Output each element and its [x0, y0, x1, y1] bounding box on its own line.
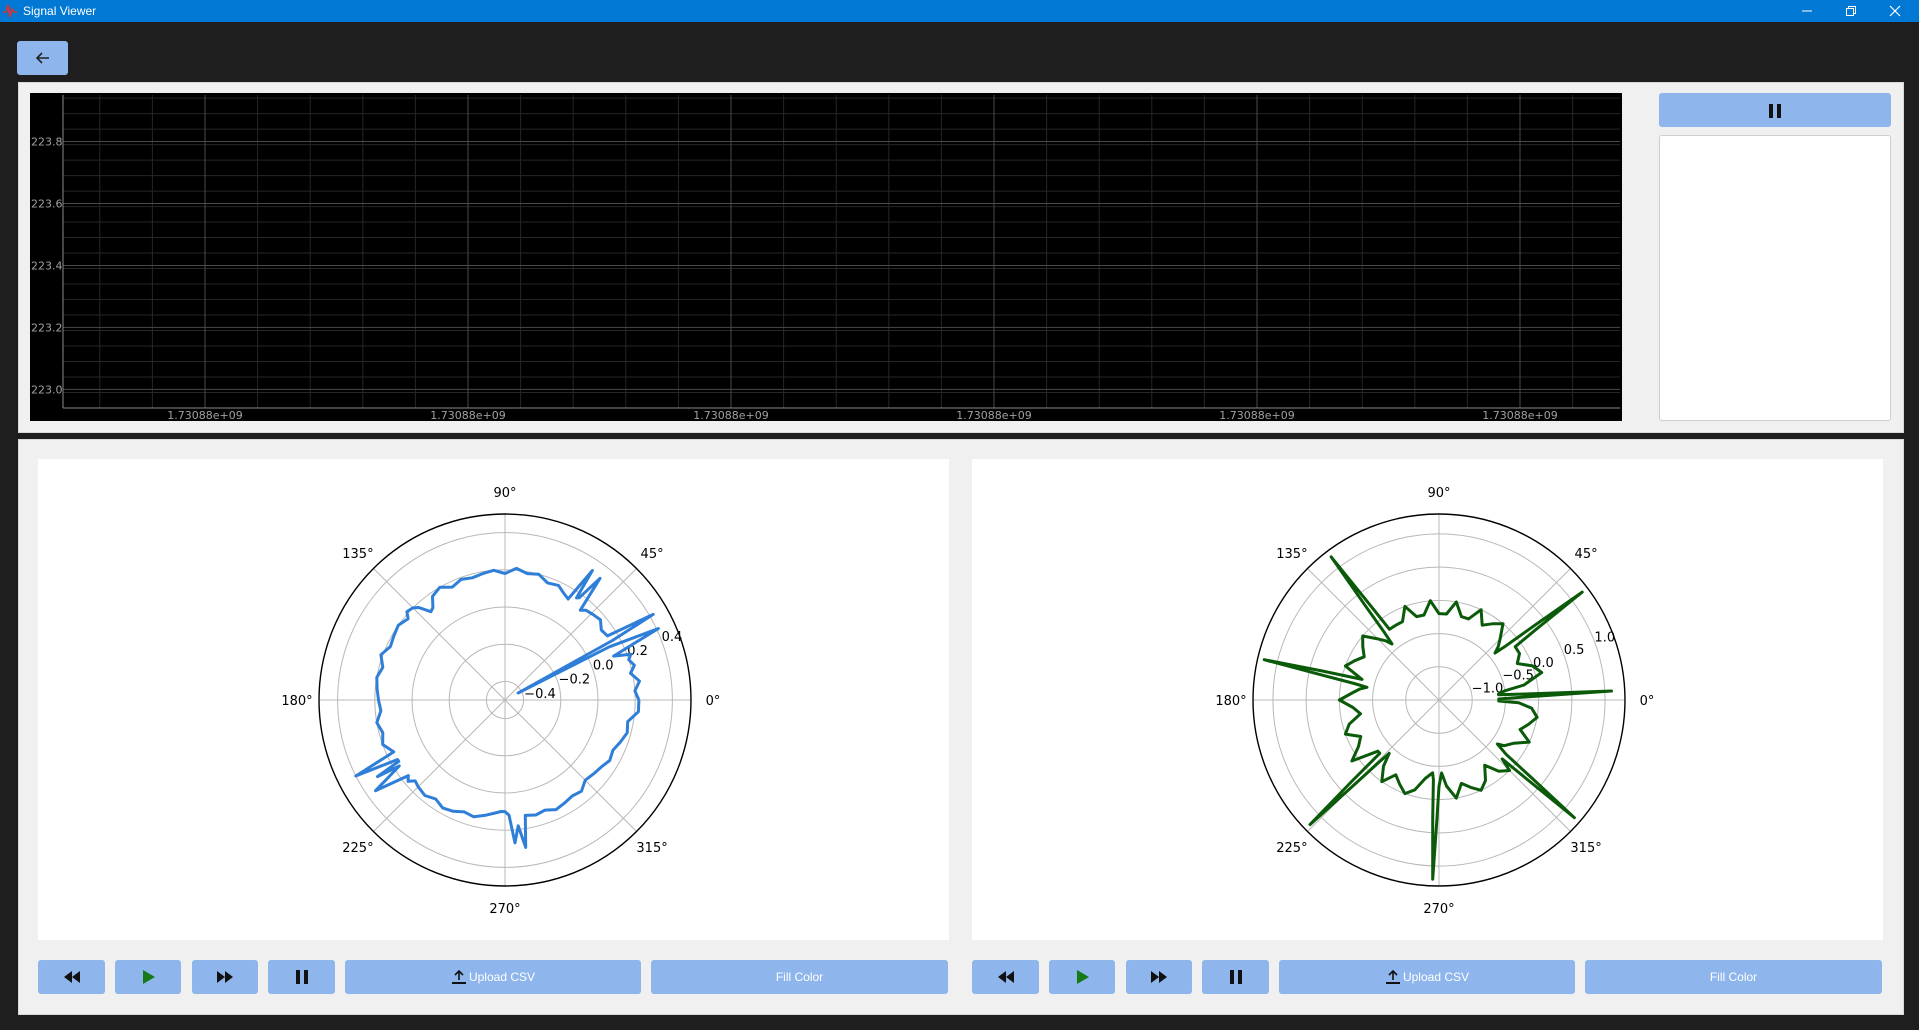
minimize-button[interactable] [1785, 0, 1829, 22]
rewind-button-2[interactable] [972, 960, 1039, 994]
play-button-1[interactable] [115, 960, 181, 994]
app-waveform-icon [3, 4, 17, 18]
angular-gridline [1307, 568, 1440, 701]
fast-forward-icon [217, 971, 233, 983]
polar-plot-1: 0° 45° 90° 135° 180° 225° 270° 315° −0.4 −0.2 0.0 0… [38, 459, 949, 940]
pause-icon [1769, 104, 1781, 118]
angle-label: 0° [706, 694, 721, 709]
close-button[interactable] [1873, 0, 1917, 22]
signal-pause-button[interactable] [1659, 93, 1891, 127]
rewind-icon [997, 971, 1014, 983]
angle-label: 135° [1276, 547, 1307, 562]
x-tick-label: 1.73088e+09 [693, 409, 768, 421]
pause-icon [295, 970, 308, 984]
radial-tick-label: −0.2 [559, 673, 591, 688]
close-icon [1889, 5, 1901, 17]
restore-icon [1846, 6, 1856, 16]
angle-label: 225° [342, 841, 373, 856]
rewind-icon [63, 971, 80, 983]
play-icon [1077, 970, 1089, 984]
x-tick-label: 1.73088e+09 [1219, 409, 1294, 421]
series-line [354, 566, 660, 849]
pause-button-1[interactable] [268, 960, 335, 994]
x-tick-label: 1.73088e+09 [430, 409, 505, 421]
y-tick-label: 223.2 [31, 321, 63, 334]
arrow-left-icon [35, 52, 49, 64]
fast-forward-icon [1151, 971, 1167, 983]
y-tick-label: 223.8 [31, 135, 63, 148]
polar-plot-2: 0° 45° 90° 135° 180° 225° 270° 315° −1.0 −0.5 0.0 0… [972, 459, 1883, 940]
radial-tick-label: 0.4 [662, 630, 683, 645]
series-line [1262, 555, 1613, 881]
angle-label: 225° [1276, 841, 1307, 856]
upload-icon [1385, 969, 1400, 984]
angle-label: 180° [1215, 694, 1246, 709]
upload-csv-button-2[interactable]: Upload CSV [1279, 960, 1575, 994]
angle-label: 315° [636, 841, 667, 856]
play-icon [143, 970, 155, 984]
angle-label: 315° [1570, 841, 1601, 856]
angle-label: 180° [281, 694, 312, 709]
fill-color-button-1[interactable]: Fill Color [651, 960, 948, 994]
upload-csv-label: Upload CSV [468, 970, 536, 984]
polar-chart-1: 0°45°90°135°180°225°270°315°−0.4−0.20.00… [281, 486, 721, 917]
upload-csv-button-1[interactable]: Upload CSV [345, 960, 641, 994]
angle-label: 0° [1640, 694, 1655, 709]
x-tick-label: 1.73088e+09 [167, 409, 242, 421]
fill-color-label: Fill Color [775, 970, 824, 984]
pause-button-2[interactable] [1202, 960, 1269, 994]
angle-label: 45° [1575, 547, 1598, 562]
fast-forward-button-2[interactable] [1126, 960, 1192, 994]
signal-list[interactable] [1659, 135, 1891, 421]
pause-icon [1229, 970, 1242, 984]
y-tick-label: 223.6 [31, 197, 63, 210]
y-tick-label: 223.4 [31, 259, 63, 272]
angle-label: 270° [1423, 902, 1454, 917]
radial-tick-label: 1.0 [1594, 630, 1615, 645]
signal-plot: 223.0 223.2 223.4 223.6 223.8 1.73088e+09 1.73… [30, 93, 1622, 421]
window-title: Signal Viewer [23, 4, 97, 18]
upload-csv-label: Upload CSV [1402, 970, 1470, 984]
radial-tick-label: 0.5 [1564, 643, 1585, 658]
polar-panel: 0° 45° 90° 135° 180° 225° 270° 315° −0.4 −0.2 0.0 0… [18, 439, 1904, 1015]
upload-icon [451, 969, 466, 984]
angle-label: 90° [1427, 486, 1450, 501]
x-tick-label: 1.73088e+09 [1482, 409, 1557, 421]
angle-label: 90° [493, 486, 516, 501]
minimize-icon [1802, 10, 1812, 12]
back-button[interactable] [17, 41, 68, 75]
signal-panel: 223.0 223.2 223.4 223.6 223.8 1.73088e+09 1.73… [18, 82, 1904, 433]
radial-tick-label: 0.0 [593, 658, 614, 673]
fill-color-button-2[interactable]: Fill Color [1585, 960, 1882, 994]
angle-label: 270° [489, 902, 520, 917]
y-tick-label: 223.0 [31, 383, 63, 396]
angle-label: 45° [641, 547, 664, 562]
rewind-button-1[interactable] [38, 960, 105, 994]
polar-chart-2: 0°45°90°135°180°225°270°315°−1.0−0.50.00… [1215, 486, 1655, 917]
play-button-2[interactable] [1049, 960, 1115, 994]
fill-color-label: Fill Color [1709, 970, 1758, 984]
window-title-bar: Signal Viewer [0, 0, 1919, 22]
fast-forward-button-1[interactable] [192, 960, 258, 994]
angle-label: 135° [342, 547, 373, 562]
restore-button[interactable] [1829, 0, 1873, 22]
x-tick-label: 1.73088e+09 [956, 409, 1031, 421]
